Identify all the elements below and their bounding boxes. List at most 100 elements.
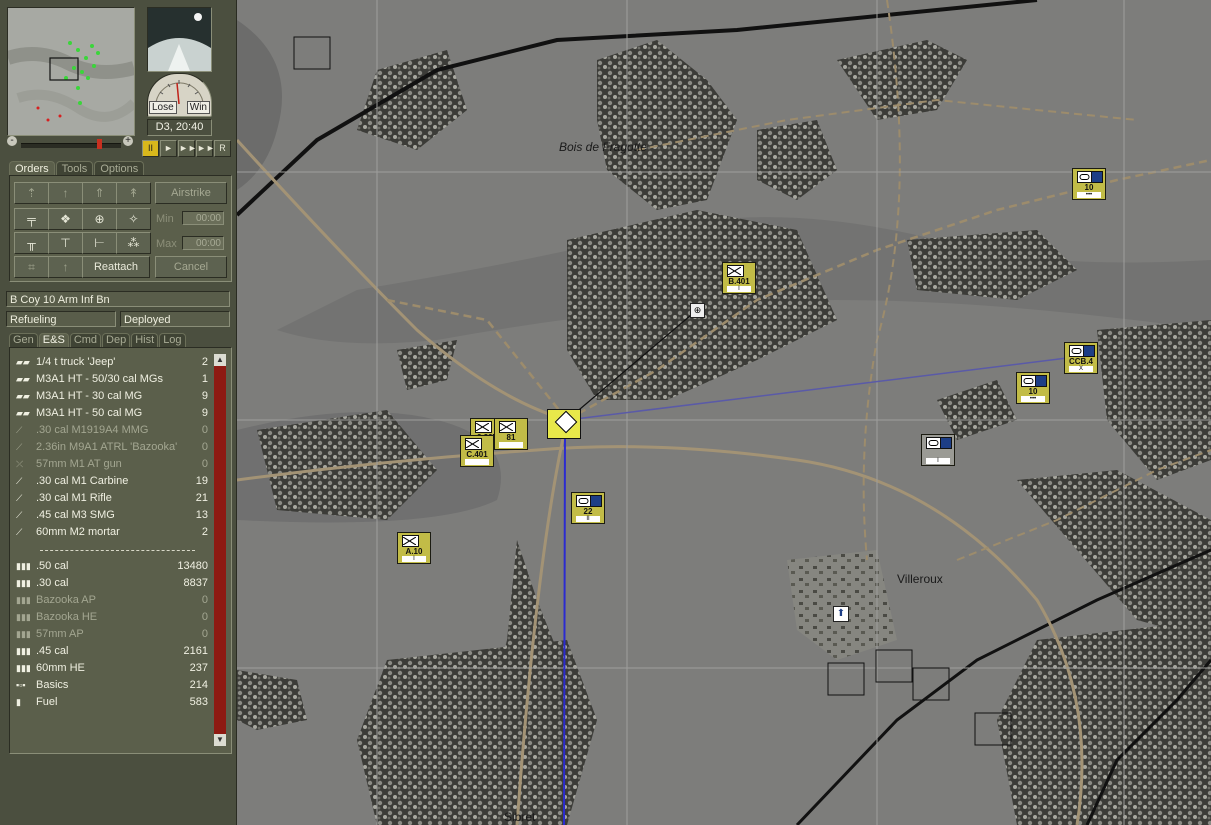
supply-row[interactable]: ▮▮▮ 57mm AP 0 [16,626,208,643]
rocket-launcher-icon: ⟋ [16,442,23,452]
equipment-row[interactable]: ▰▰ M3A1 HT - 50 cal MG 9 [16,405,208,422]
replay-button[interactable]: R [214,140,231,157]
tab-dep[interactable]: Dep [102,333,131,347]
allied-flag-icon [1035,375,1047,387]
tab-gen[interactable]: Gen [9,333,38,347]
bridge-button[interactable]: ╥ [14,232,49,254]
hq-flag-icon[interactable]: ⬆ [833,606,849,622]
minimap[interactable] [5,7,138,136]
scroll-up-icon[interactable]: ▲ [214,354,226,366]
reattach-button[interactable]: Reattach [82,256,150,278]
battle-map[interactable]: Bois de Fragotte Villeroux Sibret ⊕ ⬆ B.… [237,0,1211,825]
fast-forward-button[interactable]: ►► [178,140,197,157]
max-time-field[interactable]: 00:00 [182,236,224,250]
recon-button[interactable]: ⊕ [82,208,117,230]
tab-tools[interactable]: Tools [55,161,94,176]
item-name: .45 cal [36,645,69,657]
equipment-row[interactable]: ⟋ 2.36in M9A1 ATRL 'Bazooka' 0 [16,439,208,456]
cancel-button[interactable]: Cancel [155,256,227,278]
item-name: 57mm AP [36,628,84,640]
zoom-slider[interactable]: - + [7,136,135,150]
waypoint-marker-icon[interactable]: ⊕ [690,303,705,318]
equipment-row[interactable]: ⤫ 57mm M1 AT gun 0 [16,456,208,473]
dig-in-button[interactable]: ⌗ [14,256,49,278]
embark-button[interactable]: ⊤ [48,232,83,254]
item-value: 0 [201,458,208,470]
ammo-icon: ▮▮▮ [16,663,31,673]
move-button[interactable]: ↑ [48,182,83,204]
unit-counter[interactable]: 10 ••• [1016,372,1050,404]
item-value: 8837 [183,577,208,589]
direct-fire-button[interactable]: ↑ [48,256,83,278]
supply-row[interactable]: ▪▫▪ Basics 214 [16,677,208,694]
move-rough-button[interactable]: ⇑ [82,182,117,204]
zoom-thumb-icon[interactable] [97,139,102,149]
min-time-field[interactable]: 00:00 [182,211,224,225]
supply-row[interactable]: ▮▮▮ .45 cal 2161 [16,643,208,660]
unit-counter[interactable]: 22 II [571,492,605,524]
supply-row[interactable]: ▮▮▮ 60mm HE 237 [16,660,208,677]
supply-row[interactable]: ▮ Fuel 583 [16,694,208,711]
defend-button[interactable]: ❖ [48,208,83,230]
weather-panel [147,7,212,72]
scrollbar[interactable]: ▲ ▼ [214,354,226,746]
zoom-in-icon[interactable]: + [123,136,133,146]
supply-row[interactable]: ▮▮▮ .30 cal 8837 [16,575,208,592]
unit-status: Refueling [6,311,116,327]
equipment-row[interactable]: ⟋ .30 cal M1919A4 MMG 0 [16,422,208,439]
ammo-icon: ▮▮▮ [16,578,31,588]
selected-unit-counter[interactable] [547,409,581,439]
pause-button[interactable]: II [142,140,159,157]
list-divider [40,550,195,551]
allied-flag-icon [590,495,602,507]
rifle-icon: ⟋ [16,476,23,486]
halt-button[interactable]: ╤ [14,208,49,230]
win-label: Win [186,101,210,114]
zoom-out-icon[interactable]: - [7,136,17,146]
play-button[interactable]: ► [160,140,177,157]
unit-counter[interactable]: A.10 I [397,532,431,564]
tab-log[interactable]: Log [159,333,186,347]
unit-counter[interactable]: B.401 I [722,262,756,294]
control-sidebar: Lose Win D3, 20:40 - + II ► ►► ►►► R Ord… [0,0,237,825]
equipment-row[interactable]: ▰▰ M3A1 HT - 30 cal MG 9 [16,388,208,405]
mortar-icon: ⟋ [16,527,23,537]
fire-icon: ✧ [128,212,139,226]
move-rough-icon: ⇑ [94,186,105,200]
tab-hist[interactable]: Hist [131,333,159,347]
unit-counter[interactable]: I [921,434,955,466]
tab-es[interactable]: E&S [38,333,69,347]
equipment-row[interactable]: ▰▰ M3A1 HT - 50/30 cal MGs 1 [16,371,208,388]
rest-button[interactable]: ⊢ [82,232,117,254]
unit-counter[interactable]: 10 ••• [1072,168,1106,200]
equipment-row[interactable]: ⟋ .45 cal M3 SMG 13 [16,507,208,524]
equipment-row[interactable]: ⟋ 60mm M2 mortar 2 [16,524,208,541]
move-fast-button[interactable]: ⇡ [14,182,49,204]
tab-orders[interactable]: Orders [9,161,55,176]
scroll-down-icon[interactable]: ▼ [214,734,226,746]
unit-counter[interactable]: 81 [494,418,528,450]
supply-row[interactable]: ▮▮▮ Bazooka HE 0 [16,609,208,626]
bombard-button[interactable]: ⁂ [116,232,151,254]
playback-controls: II ► ►► ►►► R [142,140,231,157]
item-value: 0 [201,424,208,436]
unit-counter[interactable]: CCB.4 X [1064,342,1098,374]
tab-options[interactable]: Options [94,161,145,176]
item-name: 60mm HE [36,662,85,674]
supply-row[interactable]: ▮▮▮ .50 cal 13480 [16,558,208,575]
item-value: 0 [201,611,208,623]
equipment-row[interactable]: ⟋ .30 cal M1 Rifle 21 [16,490,208,507]
tab-cmd[interactable]: Cmd [69,333,102,347]
unit-size: I [926,458,950,464]
halt-icon: ╤ [27,212,36,226]
equipment-row[interactable]: ⟋ .30 cal M1 Carbine 19 [16,473,208,490]
assault-button[interactable]: ↟ [116,182,151,204]
supply-row[interactable]: ▮▮▮ Bazooka AP 0 [16,592,208,609]
equipment-row[interactable]: ▰▰ 1/4 t truck 'Jeep' 2 [16,354,208,371]
item-value: 9 [201,407,208,419]
fire-button[interactable]: ✧ [116,208,151,230]
airstrike-button[interactable]: Airstrike [155,182,227,204]
allied-flag-icon [1091,171,1103,183]
fastest-button[interactable]: ►►► [196,140,224,157]
unit-counter[interactable]: C.401 [460,435,494,467]
